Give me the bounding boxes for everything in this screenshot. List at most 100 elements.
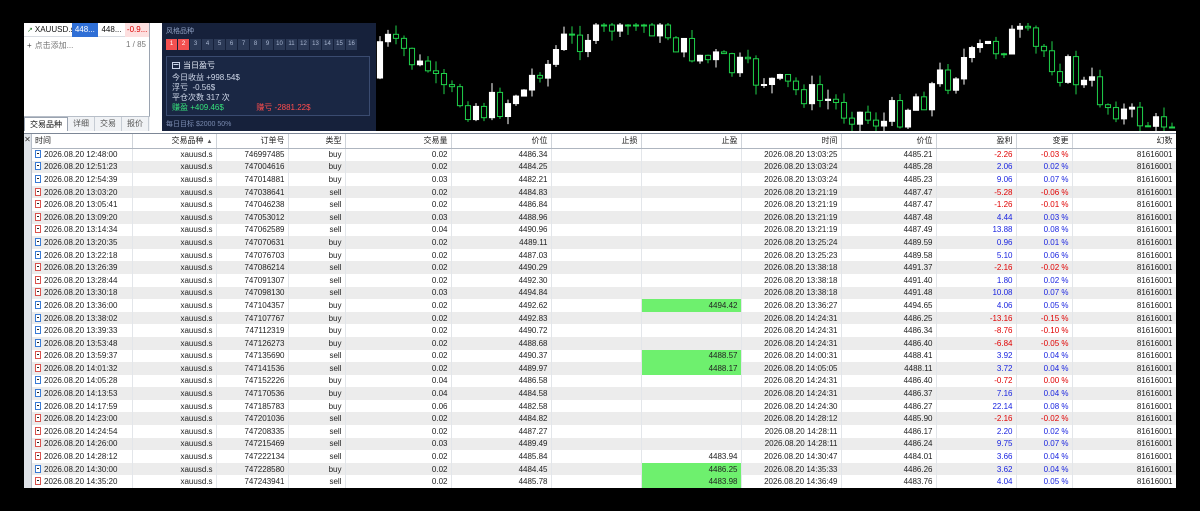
table-row[interactable]: 2026.08.20 13:53:48 xauusd.s 747126273 buy 0…	[32, 336, 1176, 350]
cell-volume: 0.04	[345, 387, 452, 400]
cell-close-price: 4491.48	[841, 286, 937, 300]
table-row[interactable]: 2026.08.20 14:24:54 xauusd.s 747208335 sell…	[32, 425, 1176, 438]
strategy-slot[interactable]: 12	[298, 39, 309, 50]
cell-take-profit	[641, 236, 742, 249]
candle-body	[496, 91, 504, 118]
table-row[interactable]: 2026.08.20 13:38:02 xauusd.s 747107767 buy 0…	[32, 311, 1176, 325]
col-type[interactable]: 类型	[288, 134, 346, 149]
candle-body	[776, 73, 784, 79]
market-watch-row[interactable]: ↗ XAUUSD.s 448... 448... -0.9...	[24, 23, 149, 37]
table-row[interactable]: 2026.08.20 14:05:28 xauusd.s 747152226 buy 0…	[32, 374, 1176, 388]
cell-stop-loss	[551, 236, 642, 249]
cell-stop-loss	[551, 185, 642, 199]
cell-profit: 3.66	[936, 450, 1017, 463]
cell-profit: -2.26	[936, 148, 1017, 161]
table-row[interactable]: 2026.08.20 13:22:18 xauusd.s 747076703 buy 0…	[32, 248, 1176, 262]
cell-change: 0.02 %	[1016, 425, 1073, 438]
table-row[interactable]: 2026.08.20 13:09:20 xauusd.s 747053012 sell…	[32, 210, 1176, 224]
strategy-slot[interactable]: 6	[226, 39, 237, 50]
table-row[interactable]: 2026.08.20 12:54:39 xauusd.s 747014881 buy 0…	[32, 173, 1176, 186]
candle-body	[1128, 106, 1136, 110]
cell-close-time: 2026.08.20 13:36:27	[741, 299, 842, 312]
col-close-time[interactable]: 时间	[741, 134, 842, 149]
candle-body	[904, 109, 912, 128]
table-row[interactable]: 2026.08.20 14:28:12 xauusd.s 747222134 sell…	[32, 450, 1176, 463]
table-row[interactable]: 2026.08.20 13:30:18 xauusd.s 747098130 sell…	[32, 286, 1176, 300]
strategy-slot[interactable]: 14	[322, 39, 333, 50]
document-buy-icon	[35, 401, 41, 410]
col-open-price[interactable]: 价位	[451, 134, 552, 149]
strategy-slot[interactable]: 9	[262, 39, 273, 50]
price-chart[interactable]	[376, 23, 1176, 131]
close-icon[interactable]: ✕	[24, 135, 31, 144]
col-magic[interactable]: 幻数	[1072, 134, 1176, 149]
table-row[interactable]: 2026.08.20 13:28:44 xauusd.s 747091307 sell…	[32, 273, 1176, 287]
table-row[interactable]: 2026.08.20 14:35:20 xauusd.s 747243941 sell…	[32, 475, 1176, 488]
strategy-slot[interactable]: 7	[238, 39, 249, 50]
candle-body	[488, 91, 496, 119]
table-row[interactable]: 2026.08.20 12:51:23 xauusd.s 747004616 buy 0…	[32, 160, 1176, 174]
market-watch-tabs: 交易品种 详细 交易 报价	[24, 116, 150, 131]
candle-body	[592, 24, 600, 41]
document-sell-icon	[35, 426, 41, 435]
cell-stop-loss	[551, 261, 642, 274]
trades-line: 平仓次数 317 次	[172, 93, 364, 103]
strategy-slot[interactable]: 1	[166, 39, 177, 50]
tab-trading[interactable]: 交易	[95, 117, 122, 131]
table-row[interactable]: 2026.08.20 13:14:34 xauusd.s 747062589 sell…	[32, 223, 1176, 237]
cell-close-price: 4486.25	[841, 311, 937, 325]
table-row[interactable]: 2026.08.20 14:30:00 xauusd.s 747228580 buy 0…	[32, 462, 1176, 476]
col-close-price[interactable]: 价位	[841, 134, 937, 149]
col-volume[interactable]: 交易量	[345, 134, 452, 149]
table-row[interactable]: 2026.08.20 13:05:41 xauusd.s 747046238 sell…	[32, 198, 1176, 211]
table-row[interactable]: 2026.08.20 12:48:00 xauusd.s 746997485 buy 0…	[32, 148, 1176, 161]
cell-symbol: xauusd.s	[132, 412, 217, 426]
table-row[interactable]: 2026.08.20 13:26:39 xauusd.s 747086214 sell…	[32, 261, 1176, 274]
tab-details[interactable]: 详细	[68, 117, 95, 131]
cell-symbol: xauusd.s	[132, 387, 217, 400]
strategy-slot[interactable]: 8	[250, 39, 261, 50]
strategy-slot[interactable]: 13	[310, 39, 321, 50]
table-row[interactable]: 2026.08.20 14:13:53 xauusd.s 747170536 buy 0…	[32, 387, 1176, 400]
cell-close-time: 2026.08.20 13:03:25	[741, 148, 842, 161]
table-row[interactable]: 2026.08.20 14:23:00 xauusd.s 747201036 sell…	[32, 412, 1176, 426]
cell-change: -0.06 %	[1016, 185, 1073, 199]
cell-open-price: 4485.78	[451, 475, 552, 488]
col-open-time[interactable]: 时间	[32, 134, 133, 149]
table-row[interactable]: 2026.08.20 13:59:37 xauusd.s 747135690 sell…	[32, 349, 1176, 363]
cell-volume: 0.02	[345, 236, 452, 249]
strategy-slot[interactable]: 2	[178, 39, 189, 50]
col-symbol[interactable]: 交易品种 ▲	[132, 134, 217, 149]
cell-stop-loss	[551, 311, 642, 325]
table-row[interactable]: 2026.08.20 13:36:00 xauusd.s 747104357 buy 0…	[32, 299, 1176, 312]
cell-ticket: 747104357	[216, 299, 289, 312]
col-profit[interactable]: 盈利	[936, 134, 1017, 149]
tab-symbols[interactable]: 交易品种	[24, 117, 68, 131]
document-buy-icon	[35, 300, 41, 309]
table-row[interactable]: 2026.08.20 13:20:35 xauusd.s 747070631 buy 0…	[32, 236, 1176, 249]
col-ticket[interactable]: 订单号	[216, 134, 289, 149]
col-take-profit[interactable]: 止盈	[641, 134, 742, 149]
strategy-slot[interactable]: 16	[346, 39, 357, 50]
col-stop-loss[interactable]: 止损	[551, 134, 642, 149]
strategy-slot[interactable]: 5	[214, 39, 225, 50]
table-row[interactable]: 2026.08.20 14:26:00 xauusd.s 747215469 sell…	[32, 437, 1176, 451]
open-time-text: 2026.08.20 14:13:53	[44, 389, 118, 399]
strategy-slot[interactable]: 15	[334, 39, 345, 50]
cell-open-time: 2026.08.20 13:30:18	[32, 286, 133, 300]
strategy-slot[interactable]: 10	[274, 39, 285, 50]
tab-ticks[interactable]: 报价	[122, 117, 149, 131]
strategy-slot[interactable]: 11	[286, 39, 297, 50]
bid-price: 448...	[72, 23, 98, 37]
table-row[interactable]: 2026.08.20 14:01:32 xauusd.s 747141536 sell…	[32, 362, 1176, 375]
col-change[interactable]: 变更	[1016, 134, 1073, 149]
table-row[interactable]: 2026.08.20 14:17:59 xauusd.s 747185783 buy 0…	[32, 399, 1176, 413]
symbol-cell: ↗ XAUUSD.s	[24, 25, 74, 34]
table-row[interactable]: 2026.08.20 13:03:20 xauusd.s 747038641 sell…	[32, 185, 1176, 199]
add-symbol-row[interactable]: + 点击添加... 1 / 85	[24, 37, 149, 54]
table-row[interactable]: 2026.08.20 13:39:33 xauusd.s 747112319 buy 0…	[32, 324, 1176, 337]
cell-stop-loss	[551, 286, 642, 300]
strategy-slot[interactable]: 3	[190, 39, 201, 50]
strategy-slot[interactable]: 4	[202, 39, 213, 50]
cell-change: 0.05 %	[1016, 299, 1073, 312]
